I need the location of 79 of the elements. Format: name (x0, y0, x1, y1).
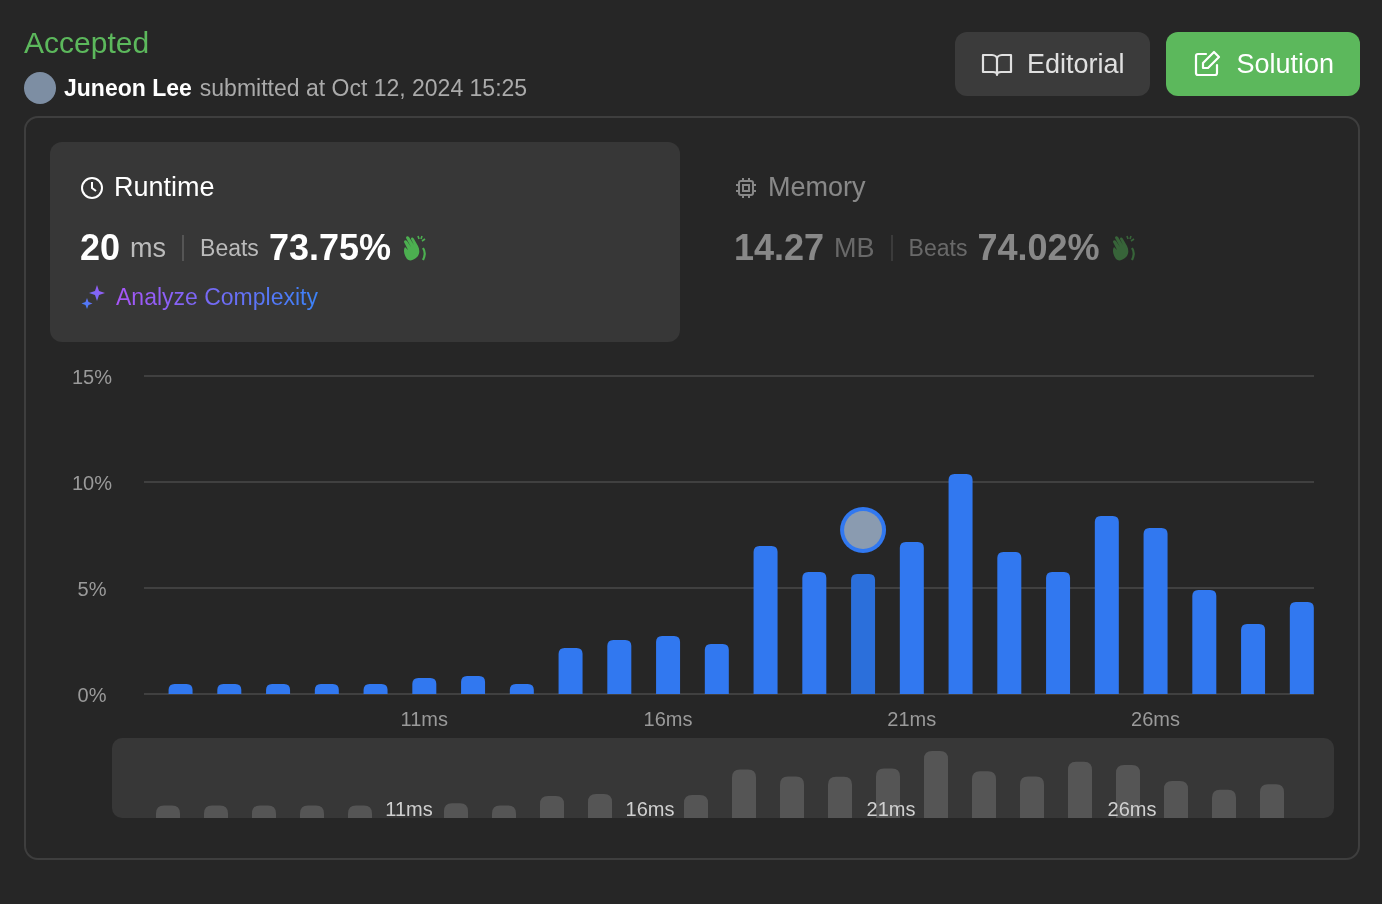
y-axis-label: 0% (77, 684, 107, 706)
navigator-bar (1260, 784, 1284, 818)
navigator-bar (1212, 789, 1236, 818)
chart-bar[interactable] (509, 684, 534, 694)
chart-bar[interactable] (1241, 624, 1266, 694)
y-axis-label: 10% (72, 472, 112, 494)
stat-title: Runtime (114, 172, 215, 203)
navigator-bar (1068, 761, 1092, 818)
user-avatar-marker (840, 507, 887, 553)
chart-bar[interactable] (704, 643, 729, 694)
stat-unit: MB (834, 232, 875, 264)
editorial-button[interactable]: Editorial (954, 32, 1151, 96)
chart-bar[interactable] (1094, 515, 1119, 694)
navigator-bar (732, 769, 756, 818)
navigator-bar (924, 750, 948, 818)
navigator-label: 16ms (625, 798, 675, 818)
navigator-bar (588, 794, 612, 818)
beats-label: Beats (908, 234, 968, 262)
avatar-placeholder (24, 72, 56, 104)
edit-icon (1192, 49, 1223, 79)
x-axis-label: 26ms (1131, 708, 1180, 730)
chart-bar[interactable] (948, 473, 973, 694)
chart-bar[interactable] (851, 574, 876, 694)
navigator-bar (1164, 781, 1188, 818)
stat-value: 20 (80, 227, 121, 269)
navigator-bar (780, 776, 804, 818)
navigator-bar (156, 805, 180, 818)
beats-percent: 73.75% (268, 227, 391, 269)
y-axis-label: 5% (77, 578, 107, 600)
chart-bar[interactable] (997, 551, 1022, 694)
chip-icon (734, 175, 758, 200)
chart-bar[interactable] (412, 678, 437, 694)
navigator-bar (444, 803, 468, 818)
chart-bar[interactable] (266, 684, 291, 694)
stat-unit: ms (130, 232, 167, 264)
x-axis-label: 11ms (400, 708, 448, 730)
status-text: Accepted (24, 26, 151, 60)
chart-bar[interactable] (558, 648, 583, 694)
navigator-label: 26ms (1107, 798, 1157, 818)
navigator-bar (348, 805, 372, 818)
navigator-label: 21ms (866, 798, 916, 818)
chart-bar[interactable] (899, 542, 924, 694)
submitted-text: submitted at Oct 12, 2024 15:25 (199, 74, 528, 102)
user-name[interactable]: Juneon Lee (64, 74, 192, 102)
runtime-panel[interactable]: Runtime 20 ms Beats 73.75% Analyze Complexity (50, 142, 680, 342)
beats-label: Beats (200, 234, 259, 262)
chart-bar[interactable] (607, 639, 632, 694)
clock-icon (80, 175, 104, 200)
navigator-bar (972, 771, 996, 818)
navigator-bar (828, 776, 852, 818)
memory-panel[interactable]: Memory 14.27 MB Beats 74.02% (704, 142, 1334, 342)
beats-percent: 74.02% (977, 227, 1100, 269)
chart-bar[interactable] (753, 546, 778, 694)
navigator-bar (684, 795, 708, 818)
y-axis-label: 15% (72, 366, 112, 388)
chart-bar[interactable] (168, 684, 193, 694)
navigator-bar (300, 805, 324, 818)
chart-bar[interactable] (461, 676, 486, 694)
navigator-bar (540, 796, 564, 818)
chart-bar[interactable] (314, 684, 339, 694)
x-axis-label: 21ms (887, 708, 937, 730)
chart-bar[interactable] (363, 684, 388, 694)
x-axis-label: 16ms (643, 708, 693, 730)
stat-title: Memory (768, 172, 866, 203)
stat-value: 14.27 (734, 227, 825, 269)
navigator-bar (492, 805, 516, 818)
range-navigator[interactable]: 11ms 16ms 21ms 26ms (112, 738, 1334, 818)
navigator-bar (204, 805, 228, 818)
chart-bar[interactable] (802, 572, 827, 694)
chart-bar[interactable] (1192, 589, 1217, 694)
book-icon (980, 51, 1013, 77)
chart-bar[interactable] (1289, 602, 1314, 694)
chart-bar[interactable] (1046, 572, 1071, 694)
chart-bar[interactable] (656, 635, 681, 694)
navigator-bar (1020, 776, 1044, 818)
navigator-label: 11ms (385, 798, 433, 818)
navigator-bar (252, 805, 276, 818)
chart-bar[interactable] (1143, 528, 1168, 694)
chart-bar[interactable] (217, 684, 242, 694)
